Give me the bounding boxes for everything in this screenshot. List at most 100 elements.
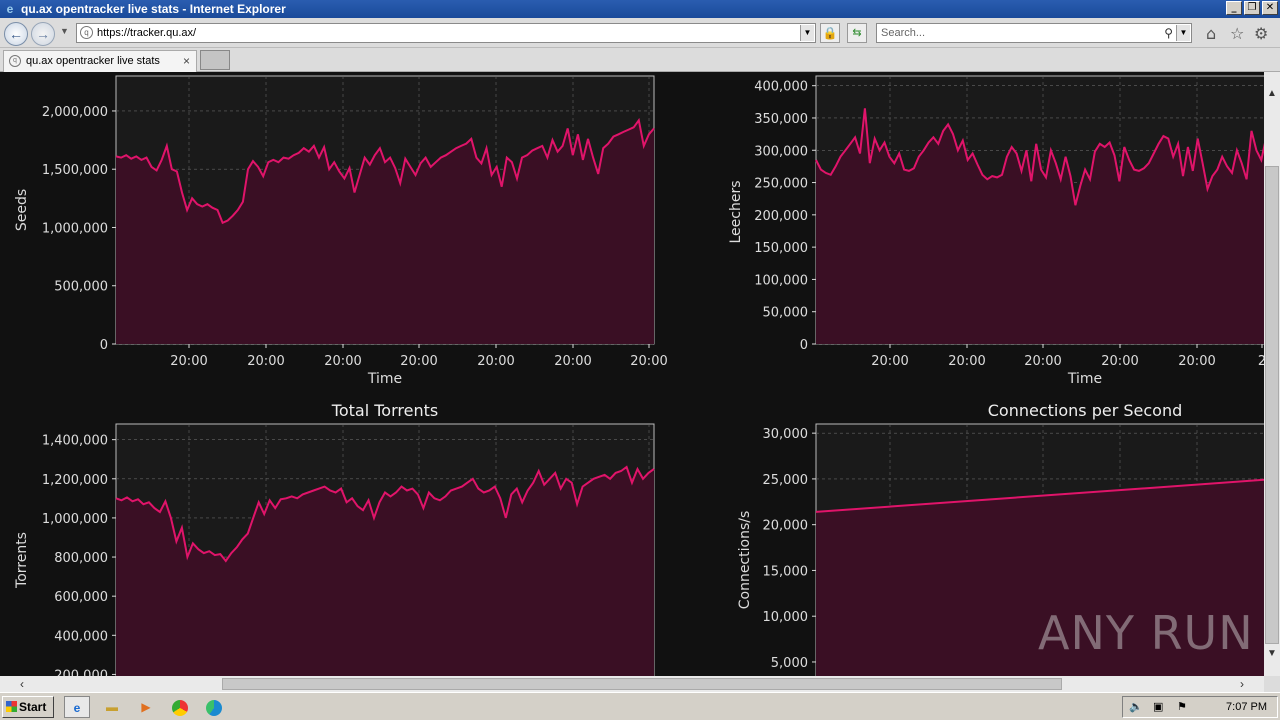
taskbar: Start e ▬ ▶ 🔈 ▣ ⚑ 7:07 PM bbox=[0, 692, 1280, 720]
home-icon[interactable]: ⌂ bbox=[1206, 24, 1216, 43]
address-bar[interactable]: q https://tracker.qu.ax/ ▼ bbox=[76, 23, 816, 43]
taskbar-edge-icon[interactable] bbox=[201, 696, 227, 718]
action-center-flag-icon[interactable]: ⚑ bbox=[1177, 697, 1187, 717]
seeds-y-axis-label: Seeds bbox=[14, 189, 30, 231]
new-tab-button[interactable] bbox=[200, 50, 230, 70]
windows-flag-icon bbox=[6, 701, 17, 712]
seeds-x-tick-label: 20:00 bbox=[324, 354, 361, 369]
torrents-y-tick-label: 600,000 bbox=[54, 590, 108, 605]
seeds-x-tick-label: 20:00 bbox=[630, 354, 667, 369]
scroll-corner bbox=[1264, 676, 1280, 692]
vertical-scroll-thumb[interactable] bbox=[1265, 166, 1279, 644]
compat-refresh-icon[interactable]: ⇆ bbox=[847, 23, 867, 43]
taskbar-media-player-icon[interactable]: ▶ bbox=[133, 696, 159, 718]
title-bar: e qu.ax opentracker live stats - Interne… bbox=[0, 0, 1280, 18]
torrents-y-tick-label: 400,000 bbox=[54, 629, 108, 644]
connections-y-tick-label: 30,000 bbox=[763, 427, 809, 442]
restore-button[interactable]: ❐ bbox=[1244, 1, 1260, 15]
address-dropdown-icon[interactable]: ▼ bbox=[800, 25, 814, 41]
leechers-x-tick-label: 20:00 bbox=[1101, 354, 1138, 369]
system-tray: 🔈 ▣ ⚑ 7:07 PM bbox=[1122, 696, 1278, 718]
search-dropdown-icon[interactable]: ▼ bbox=[1176, 25, 1190, 41]
connections-y-tick-label: 20,000 bbox=[763, 519, 809, 534]
tab-close-icon[interactable]: × bbox=[183, 51, 190, 71]
connections-y-axis-label: Connections/s bbox=[737, 511, 753, 610]
leechers-x-axis-label: Time bbox=[1067, 371, 1102, 387]
vertical-scrollbar[interactable]: ▲ ▼ bbox=[1264, 72, 1280, 676]
history-dropdown-icon[interactable]: ▼ bbox=[60, 26, 69, 36]
back-icon[interactable]: ← bbox=[4, 22, 28, 46]
seeds-y-tick-label: 500,000 bbox=[54, 280, 108, 295]
lock-icon[interactable]: 🔒 bbox=[820, 23, 840, 43]
close-button[interactable]: ✕ bbox=[1262, 1, 1278, 15]
watermark-text: ANY RUN bbox=[1038, 606, 1254, 660]
connections-y-tick-label: 15,000 bbox=[763, 564, 809, 579]
torrents-y-tick-label: 200,000 bbox=[54, 668, 108, 676]
start-label: Start bbox=[19, 700, 47, 714]
torrents-y-tick-label: 1,400,000 bbox=[42, 434, 108, 449]
seeds-y-tick-label: 1,500,000 bbox=[42, 163, 108, 178]
seeds-y-tick-label: 2,000,000 bbox=[42, 105, 108, 120]
torrents-chart-title: Total Torrents bbox=[331, 401, 438, 420]
favorites-star-icon[interactable]: ☆ bbox=[1230, 24, 1244, 43]
site-favicon-icon: q bbox=[80, 26, 93, 39]
tab-active[interactable]: q qu.ax opentracker live stats × bbox=[3, 50, 197, 72]
leechers-y-tick-label: 200,000 bbox=[754, 209, 808, 224]
torrents-y-axis-label: Torrents bbox=[14, 532, 30, 589]
connections-y-tick-label: 5,000 bbox=[771, 656, 808, 671]
tab-label: qu.ax opentracker live stats bbox=[26, 55, 160, 67]
volume-icon[interactable]: 🔈 bbox=[1129, 697, 1143, 717]
search-input[interactable]: Search... ⚲ ▼ bbox=[876, 23, 1192, 43]
leechers-y-tick-label: 100,000 bbox=[754, 273, 808, 288]
seeds-y-tick-label: 1,000,000 bbox=[42, 221, 108, 236]
leechers-x-tick-label: 20:00 bbox=[871, 354, 908, 369]
start-button[interactable]: Start bbox=[2, 696, 54, 718]
seeds-x-tick-label: 20:00 bbox=[554, 354, 591, 369]
search-placeholder: Search... bbox=[881, 27, 926, 39]
minimize-button[interactable]: _ bbox=[1226, 1, 1242, 15]
leechers-x-tick-label: 20:00 bbox=[948, 354, 985, 369]
torrents-y-tick-label: 800,000 bbox=[54, 551, 108, 566]
address-url: https://tracker.qu.ax/ bbox=[97, 27, 197, 39]
seeds-x-axis-label: Time bbox=[367, 371, 402, 387]
leechers-chart: 0 50,000 100,000 150,000 200,000 250,000 300,0… bbox=[728, 75, 1264, 387]
connections-y-tick-label: 25,000 bbox=[763, 473, 809, 488]
ie-icon: e bbox=[6, 2, 14, 16]
leechers-y-tick-label: 350,000 bbox=[754, 112, 808, 127]
forward-icon[interactable]: → bbox=[31, 22, 55, 46]
scroll-up-icon[interactable]: ▲ bbox=[1264, 86, 1280, 102]
taskbar-ie-icon[interactable]: e bbox=[64, 696, 90, 718]
scroll-left-icon[interactable]: ‹ bbox=[14, 676, 30, 692]
seeds-chart: 0 500,000 1,000,000 1,500,000 2,000,000 20:00… bbox=[14, 75, 668, 387]
page-content: 0 500,000 1,000,000 1,500,000 2,000,000 20:00… bbox=[0, 72, 1264, 676]
leechers-y-axis-label: Leechers bbox=[728, 180, 744, 243]
tab-favicon-icon: q bbox=[9, 55, 21, 67]
leechers-y-tick-label: 150,000 bbox=[754, 241, 808, 256]
leechers-y-tick-label: 400,000 bbox=[754, 80, 808, 95]
navigation-bar: ← → ▼ q https://tracker.qu.ax/ ▼ 🔒 ⇆ Sea… bbox=[0, 18, 1280, 48]
window-title: qu.ax opentracker live stats - Internet … bbox=[21, 2, 286, 16]
leechers-y-tick-label: 300,000 bbox=[754, 144, 808, 159]
horizontal-scroll-thumb[interactable] bbox=[222, 678, 1062, 690]
leechers-x-tick-label: 20:00 bbox=[1024, 354, 1061, 369]
clock: 7:07 PM bbox=[1226, 701, 1267, 713]
seeds-x-tick-label: 20:00 bbox=[247, 354, 284, 369]
taskbar-chrome-icon[interactable] bbox=[167, 696, 193, 718]
torrents-y-tick-label: 1,200,000 bbox=[42, 473, 108, 488]
seeds-x-tick-label: 20:00 bbox=[170, 354, 207, 369]
taskbar-explorer-icon[interactable]: ▬ bbox=[99, 696, 125, 718]
tab-bar: q qu.ax opentracker live stats × bbox=[0, 48, 1280, 72]
scroll-right-icon[interactable]: › bbox=[1234, 676, 1250, 692]
torrents-chart: Total Torrents 200,000 400,000 600,000 800,… bbox=[14, 401, 655, 676]
settings-gear-icon[interactable]: ⚙ bbox=[1254, 24, 1268, 43]
anyrun-watermark: ANY RUN bbox=[1038, 606, 1254, 660]
connections-y-tick-label: 10,000 bbox=[763, 610, 809, 625]
leechers-x-tick-label: 20:00 bbox=[1178, 354, 1215, 369]
scroll-down-icon[interactable]: ▼ bbox=[1264, 646, 1280, 662]
torrents-y-tick-label: 1,000,000 bbox=[42, 512, 108, 527]
stats-charts: 0 500,000 1,000,000 1,500,000 2,000,000 20:00… bbox=[14, 75, 1264, 676]
horizontal-scrollbar[interactable]: ‹ › bbox=[0, 676, 1264, 692]
search-icon[interactable]: ⚲ bbox=[1164, 24, 1173, 42]
network-icon[interactable]: ▣ bbox=[1153, 697, 1163, 717]
leechers-y-tick-label: 0 bbox=[800, 338, 808, 353]
